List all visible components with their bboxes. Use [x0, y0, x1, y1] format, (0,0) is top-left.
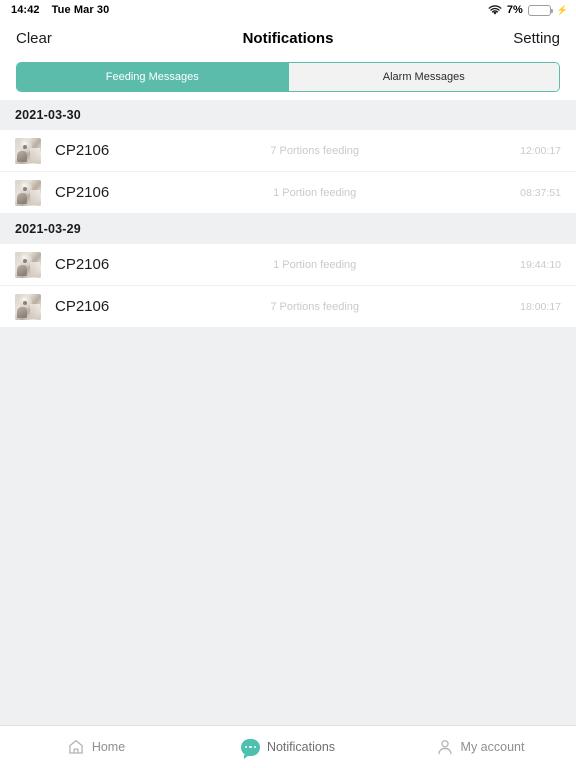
chat-bubble-icon	[240, 738, 260, 759]
table-row[interactable]: CP2106 1 Portion feeding 08:37:51	[0, 172, 576, 214]
feeding-description: 1 Portion feeding	[273, 258, 357, 271]
clear-button[interactable]: Clear	[16, 30, 52, 47]
table-row[interactable]: CP2106 7 Portions feeding 18:00:17	[0, 286, 576, 328]
date-group-header: 2021-03-29	[0, 214, 576, 244]
person-icon	[436, 738, 454, 756]
event-time: 19:44:10	[520, 258, 561, 271]
tab-home-label: Home	[91, 740, 126, 754]
pet-photo-thumbnail	[15, 251, 41, 278]
status-date: Tue Mar 30	[51, 4, 110, 16]
navigation-bar: Clear Notifications Setting	[0, 20, 576, 56]
tab-account-label: My account	[460, 740, 525, 754]
segmented-control: Feeding Messages Alarm Messages	[16, 62, 560, 92]
wifi-icon	[488, 4, 502, 16]
bottom-tab-bar: Home Notifications My account	[0, 725, 576, 768]
table-row[interactable]: CP2106 1 Portion feeding 19:44:10	[0, 244, 576, 286]
lightning-bolt-icon: ⚡	[556, 4, 568, 15]
tab-home[interactable]: Home	[0, 738, 192, 756]
feeding-description: 7 Portions feeding	[270, 300, 359, 313]
segmented-control-container: Feeding Messages Alarm Messages	[0, 56, 576, 100]
status-bar-left: 14:42 Tue Mar 30	[11, 4, 109, 16]
setting-button[interactable]: Setting	[513, 30, 560, 47]
status-bar-right: 7% ⚡	[488, 4, 568, 16]
page-title: Notifications	[242, 29, 334, 47]
notification-list[interactable]: 2021-03-30 CP2106 7 Portions feeding 12:…	[0, 100, 576, 725]
device-name: CP2106	[55, 142, 110, 159]
pet-photo-thumbnail	[15, 179, 41, 206]
table-row[interactable]: CP2106 7 Portions feeding 12:00:17	[0, 130, 576, 172]
device-name: CP2106	[55, 256, 110, 273]
feeding-description: 7 Portions feeding	[270, 144, 359, 157]
battery-icon	[527, 4, 553, 16]
tab-feeding-messages[interactable]: Feeding Messages	[17, 63, 288, 91]
event-time: 08:37:51	[520, 186, 561, 199]
device-name: CP2106	[55, 298, 110, 315]
feeding-description: 1 Portion feeding	[273, 186, 357, 199]
event-time: 18:00:17	[520, 300, 561, 313]
status-time: 14:42	[11, 4, 40, 16]
pet-photo-thumbnail	[15, 293, 41, 320]
tab-my-account[interactable]: My account	[384, 738, 576, 756]
battery-percent-label: 7%	[506, 4, 523, 16]
event-time: 12:00:17	[520, 144, 561, 157]
tab-alarm-messages[interactable]: Alarm Messages	[287, 63, 559, 91]
date-group-header: 2021-03-30	[0, 100, 576, 130]
tab-notifications-label: Notifications	[266, 740, 336, 754]
pet-photo-thumbnail	[15, 137, 41, 164]
tab-notifications[interactable]: Notifications	[192, 738, 384, 759]
status-bar: 14:42 Tue Mar 30 7% ⚡	[0, 0, 576, 20]
app-screen: 14:42 Tue Mar 30 7% ⚡ Clear Notification…	[0, 0, 576, 768]
home-icon	[67, 738, 85, 756]
device-name: CP2106	[55, 184, 110, 201]
